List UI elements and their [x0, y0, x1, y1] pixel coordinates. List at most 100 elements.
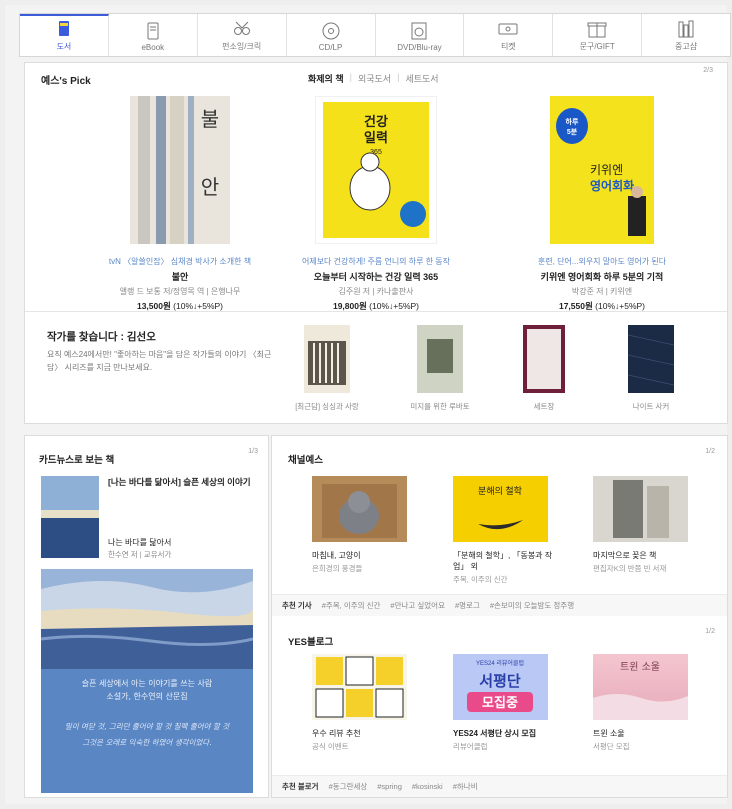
blog-item[interactable]: YES24 리뷰어클럽 서평단 모집중 YES24 서평단 상시 모집 리뷰어클… [453, 654, 563, 752]
tag-link[interactable]: #명로그 [455, 600, 480, 611]
ebook-icon [147, 22, 159, 40]
book-icon [58, 21, 69, 36]
author-book[interactable]: [최근담] 싱싱과 사랑 [287, 325, 367, 412]
item-title[interactable]: 우수 리뷰 추천 [312, 728, 422, 739]
book-title[interactable]: 불안 [95, 270, 265, 283]
book-cover[interactable]: 불 안 [130, 96, 230, 244]
blog-item[interactable]: 우수 리뷰 추천 공식 이벤트 [312, 654, 422, 752]
cardnews-book-title[interactable]: 나는 바다를 닮아서 [108, 537, 171, 548]
tab-separator: | [349, 72, 352, 82]
tab-cd[interactable]: CD/LP [287, 14, 376, 56]
bookshelf-photo[interactable] [593, 476, 688, 542]
yes-blog-title[interactable]: YES블로그 [288, 634, 333, 648]
tag-link[interactable]: #kosinski [412, 782, 443, 791]
pick-book[interactable]: 불 안 tvN 〈알쓸인잡〉 심채경 박사가 소개한 책 불안 앨랭 드 보통 … [95, 96, 265, 312]
tab-label: 도서 [56, 42, 72, 51]
cat-photo[interactable] [312, 476, 407, 542]
channel-item[interactable]: 분해의 철학 「분해의 철학」, 「동봉과 작업」 외 주목, 이주의 신간 [453, 476, 563, 585]
channel-item[interactable]: 마지막으로 꽂은 책 편집자K의 반쯤 빈 서재 [593, 476, 703, 574]
item-title[interactable]: 마지막으로 꽂은 책 [593, 550, 703, 561]
book-cover[interactable]: 건강 일력 365 [314, 95, 438, 245]
item-source: 은희경의 풍경들 [312, 564, 363, 573]
dvd-icon [411, 22, 427, 40]
book-subtitle[interactable]: tvN 〈알쓸인잡〉 심채경 박사가 소개한 책 [95, 256, 265, 267]
tab-ebook[interactable]: eBook [109, 14, 198, 56]
book-cover[interactable] [304, 325, 350, 393]
author-book[interactable]: 미지를 위한 루바토 [400, 325, 480, 412]
item-title[interactable]: 마침내, 고양이 [312, 550, 422, 561]
tab-separator: | [397, 72, 400, 82]
tag-link[interactable]: #손보미의 오늘밤도 정주행 [490, 600, 574, 611]
author-book-title[interactable]: 세트장 [504, 401, 584, 412]
cardnews-headline[interactable]: [나는 바다를 닮아서] 슬픈 세상의 이야기 [108, 476, 258, 488]
page-indicator: 1/3 [248, 448, 258, 455]
divider [25, 311, 727, 312]
page-indicator: 2/3 [703, 67, 713, 74]
svg-text:영어회화: 영어회화 [590, 178, 634, 193]
book-cover[interactable] [627, 325, 675, 393]
disc-icon [322, 22, 340, 40]
book-cover[interactable] [523, 325, 565, 393]
book-cover[interactable]: 하루 5분 키위엔 영어회화 [550, 96, 654, 244]
svg-text:키위엔: 키위엔 [590, 163, 623, 177]
item-title[interactable]: 트윈 소울 [593, 728, 703, 739]
banner-text: 서평단 [479, 672, 521, 690]
reviewer-club-banner[interactable]: YES24 리뷰어클럽 서평단 모집중 [453, 654, 548, 720]
yes-pick-panel: 예스's Pick 화제의 책 | 외국도서 | 세트도서 2/3 불 안 tv… [24, 62, 728, 424]
tab-gift[interactable]: 문구/GIFT [553, 14, 643, 56]
item-source: 편집자K의 반쯤 빈 서재 [593, 564, 667, 573]
tab-label: DVD/Blu-ray [397, 43, 442, 52]
book-subtitle[interactable]: 훈련, 단어...외우지 말아도 영어가 된다 [517, 256, 687, 267]
cardnews-image[interactable]: 슬픈 세상에서 아는 이야기를 쓰는 사람 소설가, 한수연의 산문집 밀이 여… [41, 569, 253, 793]
cover-text: 트윈 소울 [620, 661, 660, 673]
book-cover[interactable] [41, 476, 99, 558]
painting-illustration [41, 569, 253, 669]
book-cover[interactable] [417, 325, 463, 393]
pick-tab-sets[interactable]: 세트도서 [405, 72, 438, 85]
channel-yes-title[interactable]: 채널예스 [288, 452, 323, 466]
book-title[interactable]: 키위엔 영어회화 하루 5분의 기적 [517, 270, 687, 283]
author-book-title[interactable]: 나이트 사커 [611, 401, 691, 412]
tab-dvd[interactable]: DVD/Blu-ray [376, 14, 465, 56]
svg-text:건강: 건강 [364, 114, 388, 129]
item-title[interactable]: 「분해의 철학」, 「동봉과 작업」 외 [453, 550, 563, 572]
page-indicator: 1/2 [705, 628, 715, 635]
tab-books[interactable]: 도서 [20, 14, 109, 56]
author-book-title[interactable]: [최근담] 싱싱과 사랑 [287, 401, 367, 412]
tag-link[interactable]: #주목, 이주의 신간 [322, 600, 381, 611]
book-subtitle[interactable]: 어제보다 건강하게! 주름 언니의 하루 한 동작 [291, 256, 461, 267]
tag-link[interactable]: #동그란세상 [329, 781, 368, 792]
tab-label: 문구/GIFT [579, 42, 615, 51]
section-title[interactable]: 카드뉴스로 보는 책 [39, 452, 114, 466]
tag-link[interactable]: #하나비 [453, 781, 478, 792]
book-author: 앨랭 드 보통 저/정영목 역 | 은행나무 [119, 287, 241, 296]
item-source: 공식 이벤트 [312, 742, 349, 751]
illustration-grid[interactable] [312, 654, 407, 720]
book-title[interactable]: 오늘부터 시작하는 건강 일력 365 [291, 270, 461, 283]
pick-book[interactable]: 하루 5분 키위엔 영어회화 훈련, 단어...외우지 말아도 영어가 된다 키… [517, 96, 687, 312]
svg-text:불: 불 [201, 107, 219, 131]
tab-ticket[interactable]: 티켓 [464, 14, 554, 56]
tab-label: 중고샵 [675, 42, 698, 51]
item-title[interactable]: YES24 서평단 상시 모집 [453, 728, 563, 739]
tag-link[interactable]: #만나고 싶었어요 [390, 600, 445, 611]
pick-tab-hot[interactable]: 화제의 책 [308, 72, 344, 85]
banana-cover[interactable]: 분해의 철학 [453, 476, 548, 542]
channel-item[interactable]: 마침내, 고양이 은희경의 풍경들 [312, 476, 422, 574]
author-book-title[interactable]: 미지를 위한 루바토 [400, 401, 480, 412]
tab-used-shop[interactable]: 중고샵 [642, 14, 730, 56]
tab-sewing[interactable]: 펀소잉/크릭 [198, 14, 287, 56]
channel-blog-panel: 채널예스 1/2 마침내, 고양이 은희경의 풍경들 분해의 철학 「분해의 철… [271, 435, 728, 798]
blog-item[interactable]: 트윈 소울 트윈 소울 서평단 모집 [593, 654, 703, 752]
banner-text: 모집중 [482, 695, 518, 710]
recommended-articles-bar: 추천 기사 #주목, 이주의 신간 #만나고 싶었어요 #명로그 #손보미의 오… [272, 594, 727, 616]
pick-book[interactable]: 건강 일력 365 어제보다 건강하게! 주름 언니의 하루 한 동작 오늘부터… [291, 95, 461, 312]
author-book[interactable]: 나이트 사커 [611, 325, 691, 412]
tag-link[interactable]: #spring [377, 782, 402, 791]
author-section-title[interactable]: 작가를 찾습니다 : 김선오 [47, 329, 156, 344]
author-book[interactable]: 세트장 [504, 325, 584, 412]
gift-icon [587, 22, 607, 38]
twin-soul-cover[interactable]: 트윈 소울 [593, 654, 688, 720]
category-tabs: 도서 eBook 펀소잉/크릭 CD/LP DVD/Blu-ray 티켓 문구/… [19, 13, 731, 57]
pick-tab-foreign[interactable]: 외국도서 [358, 72, 391, 85]
